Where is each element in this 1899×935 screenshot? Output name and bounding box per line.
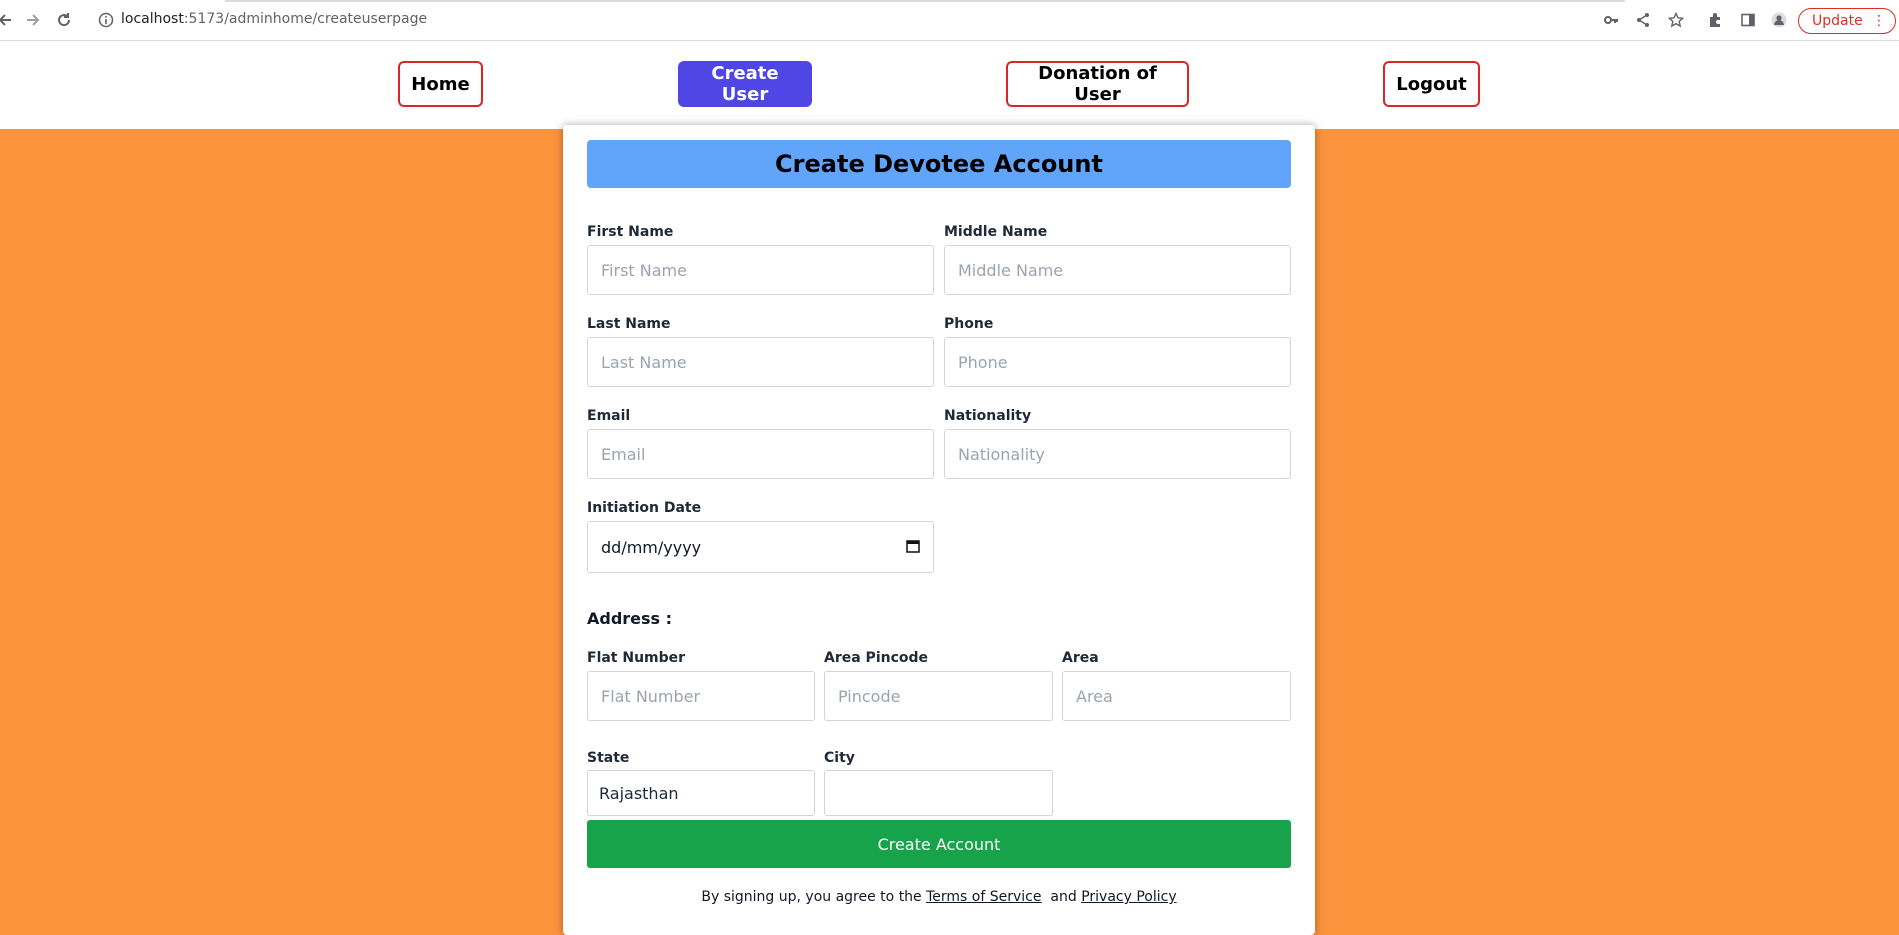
calendar-icon[interactable] <box>906 538 920 557</box>
area-input[interactable] <box>1062 671 1291 721</box>
address-bar[interactable]: localhost:5173/adminhome/createuserpage <box>121 11 427 27</box>
middle-name-label: Middle Name <box>944 224 1048 240</box>
date-format-text: dd/mm/yyyy <box>601 537 702 557</box>
browser-toolbar: localhost:5173/adminhome/createuserpage … <box>0 0 1899 41</box>
initiation-date-label: Initiation Date <box>587 500 702 516</box>
side-panel-icon[interactable] <box>1737 9 1759 31</box>
terms-prefix: By signing up, you agree to the <box>701 889 922 905</box>
update-label: Update <box>1812 13 1863 29</box>
create-account-button[interactable]: Create Account <box>587 820 1291 868</box>
reload-icon[interactable] <box>53 9 75 31</box>
browser-update-button[interactable]: Update ⋮ <box>1798 8 1896 34</box>
pincode-input[interactable] <box>824 671 1053 721</box>
flat-number-label: Flat Number <box>587 650 686 666</box>
nationality-input[interactable] <box>944 429 1291 479</box>
share-icon[interactable] <box>1632 9 1654 31</box>
area-pincode-label: Area Pincode <box>824 650 929 666</box>
email-label: Email <box>587 408 631 424</box>
back-icon[interactable] <box>0 9 16 31</box>
address-heading: Address : <box>587 609 673 628</box>
initiation-date-input[interactable]: dd/mm/yyyy <box>587 521 934 573</box>
key-icon[interactable] <box>1600 9 1622 31</box>
site-info-icon[interactable] <box>95 9 117 31</box>
create-account-card: Create Devotee Account First Name Middle… <box>563 125 1315 935</box>
middle-name-input[interactable] <box>944 245 1291 295</box>
url-path: :5173/adminhome/createuserpage <box>183 11 428 27</box>
url-host: localhost <box>121 11 184 27</box>
forward-icon[interactable] <box>22 9 44 31</box>
state-label: State <box>587 750 630 766</box>
state-select[interactable]: Rajasthan <box>587 770 815 816</box>
phone-label: Phone <box>944 316 994 332</box>
app-navbar: Home Create User Donation of User Logout <box>0 41 1899 129</box>
terms-of-service-link[interactable]: Terms of Service <box>926 889 1041 905</box>
last-name-label: Last Name <box>587 316 671 332</box>
extensions-icon[interactable] <box>1704 9 1726 31</box>
nav-home-button[interactable]: Home <box>398 61 483 107</box>
terms-and: and <box>1050 889 1077 905</box>
profile-avatar-icon[interactable] <box>1768 9 1790 31</box>
email-input[interactable] <box>587 429 934 479</box>
first-name-label: First Name <box>587 224 674 240</box>
nav-donation-button[interactable]: Donation of User <box>1006 61 1189 107</box>
nav-logout-button[interactable]: Logout <box>1383 61 1480 107</box>
form-title: Create Devotee Account <box>587 140 1291 188</box>
last-name-input[interactable] <box>587 337 934 387</box>
phone-input[interactable] <box>944 337 1291 387</box>
nav-create-user-button[interactable]: Create User <box>678 61 812 107</box>
first-name-input[interactable] <box>587 245 934 295</box>
city-label: City <box>824 750 855 766</box>
tab-strip-edge <box>225 0 1625 2</box>
flat-number-input[interactable] <box>587 671 815 721</box>
area-label: Area <box>1062 650 1099 666</box>
state-value: Rajasthan <box>599 783 679 803</box>
bookmark-star-icon[interactable] <box>1665 9 1687 31</box>
city-select[interactable] <box>824 770 1053 816</box>
more-menu-icon[interactable]: ⋮ <box>1872 12 1886 30</box>
terms-notice: By signing up, you agree to the Terms of… <box>563 889 1315 905</box>
nationality-label: Nationality <box>944 408 1032 424</box>
privacy-policy-link[interactable]: Privacy Policy <box>1081 889 1176 905</box>
